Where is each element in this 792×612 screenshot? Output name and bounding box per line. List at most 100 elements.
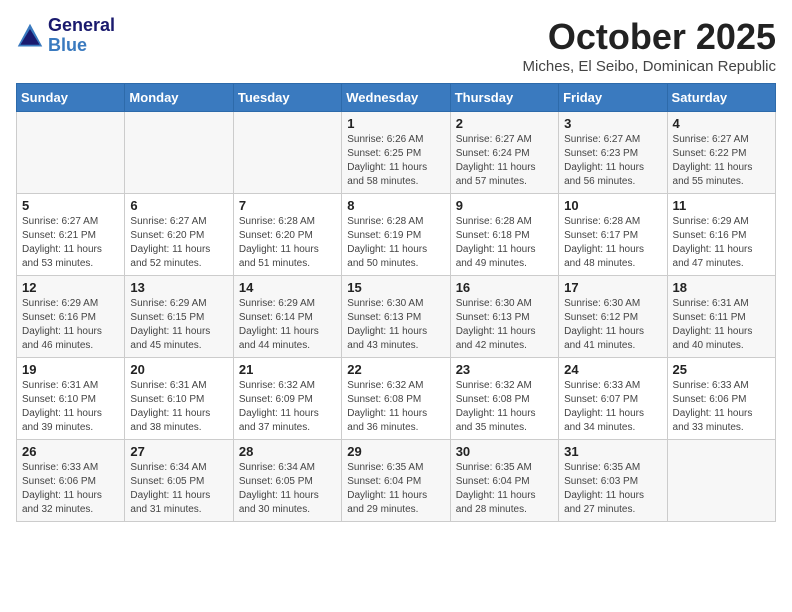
calendar-cell: 25 Sunrise: 6:33 AM Sunset: 6:06 PM Dayl… xyxy=(667,358,775,440)
location-subtitle: Miches, El Seibo, Dominican Republic xyxy=(523,58,776,75)
calendar-cell: 19 Sunrise: 6:31 AM Sunset: 6:10 PM Dayl… xyxy=(17,358,125,440)
day-info: Sunrise: 6:31 AM Sunset: 6:10 PM Dayligh… xyxy=(22,379,119,435)
day-info: Sunrise: 6:26 AM Sunset: 6:25 PM Dayligh… xyxy=(347,133,444,189)
calendar-week-row: 19 Sunrise: 6:31 AM Sunset: 6:10 PM Dayl… xyxy=(17,358,776,440)
calendar-cell: 15 Sunrise: 6:30 AM Sunset: 6:13 PM Dayl… xyxy=(342,276,450,358)
day-number: 25 xyxy=(673,362,770,377)
calendar-week-row: 26 Sunrise: 6:33 AM Sunset: 6:06 PM Dayl… xyxy=(17,440,776,522)
day-info: Sunrise: 6:28 AM Sunset: 6:20 PM Dayligh… xyxy=(239,215,336,271)
day-number: 10 xyxy=(564,198,661,213)
day-info: Sunrise: 6:35 AM Sunset: 6:04 PM Dayligh… xyxy=(347,461,444,517)
day-info: Sunrise: 6:34 AM Sunset: 6:05 PM Dayligh… xyxy=(239,461,336,517)
day-info: Sunrise: 6:32 AM Sunset: 6:09 PM Dayligh… xyxy=(239,379,336,435)
day-of-week-header: Thursday xyxy=(450,84,558,112)
calendar-cell: 5 Sunrise: 6:27 AM Sunset: 6:21 PM Dayli… xyxy=(17,194,125,276)
calendar-cell: 31 Sunrise: 6:35 AM Sunset: 6:03 PM Dayl… xyxy=(559,440,667,522)
calendar-cell: 9 Sunrise: 6:28 AM Sunset: 6:18 PM Dayli… xyxy=(450,194,558,276)
calendar-cell: 17 Sunrise: 6:30 AM Sunset: 6:12 PM Dayl… xyxy=(559,276,667,358)
day-info: Sunrise: 6:34 AM Sunset: 6:05 PM Dayligh… xyxy=(130,461,227,517)
day-info: Sunrise: 6:29 AM Sunset: 6:16 PM Dayligh… xyxy=(22,297,119,353)
calendar-cell xyxy=(667,440,775,522)
calendar-cell xyxy=(125,112,233,194)
day-number: 14 xyxy=(239,280,336,295)
day-number: 21 xyxy=(239,362,336,377)
day-number: 18 xyxy=(673,280,770,295)
calendar-cell: 10 Sunrise: 6:28 AM Sunset: 6:17 PM Dayl… xyxy=(559,194,667,276)
day-number: 28 xyxy=(239,444,336,459)
day-info: Sunrise: 6:30 AM Sunset: 6:13 PM Dayligh… xyxy=(347,297,444,353)
day-number: 12 xyxy=(22,280,119,295)
calendar-table: SundayMondayTuesdayWednesdayThursdayFrid… xyxy=(16,83,776,522)
day-number: 24 xyxy=(564,362,661,377)
day-info: Sunrise: 6:33 AM Sunset: 6:06 PM Dayligh… xyxy=(22,461,119,517)
day-info: Sunrise: 6:33 AM Sunset: 6:07 PM Dayligh… xyxy=(564,379,661,435)
month-title: October 2025 xyxy=(523,16,776,58)
calendar-cell: 26 Sunrise: 6:33 AM Sunset: 6:06 PM Dayl… xyxy=(17,440,125,522)
day-info: Sunrise: 6:27 AM Sunset: 6:23 PM Dayligh… xyxy=(564,133,661,189)
calendar-cell: 21 Sunrise: 6:32 AM Sunset: 6:09 PM Dayl… xyxy=(233,358,341,440)
day-info: Sunrise: 6:32 AM Sunset: 6:08 PM Dayligh… xyxy=(347,379,444,435)
day-number: 27 xyxy=(130,444,227,459)
day-number: 6 xyxy=(130,198,227,213)
calendar-cell: 13 Sunrise: 6:29 AM Sunset: 6:15 PM Dayl… xyxy=(125,276,233,358)
day-info: Sunrise: 6:35 AM Sunset: 6:04 PM Dayligh… xyxy=(456,461,553,517)
day-info: Sunrise: 6:28 AM Sunset: 6:17 PM Dayligh… xyxy=(564,215,661,271)
day-number: 29 xyxy=(347,444,444,459)
day-number: 22 xyxy=(347,362,444,377)
calendar-week-row: 1 Sunrise: 6:26 AM Sunset: 6:25 PM Dayli… xyxy=(17,112,776,194)
day-number: 16 xyxy=(456,280,553,295)
day-of-week-header: Friday xyxy=(559,84,667,112)
calendar-cell xyxy=(17,112,125,194)
calendar-cell: 30 Sunrise: 6:35 AM Sunset: 6:04 PM Dayl… xyxy=(450,440,558,522)
day-number: 20 xyxy=(130,362,227,377)
calendar-cell: 6 Sunrise: 6:27 AM Sunset: 6:20 PM Dayli… xyxy=(125,194,233,276)
logo-text-line2: Blue xyxy=(48,36,115,56)
day-of-week-header: Sunday xyxy=(17,84,125,112)
calendar-cell: 28 Sunrise: 6:34 AM Sunset: 6:05 PM Dayl… xyxy=(233,440,341,522)
day-number: 30 xyxy=(456,444,553,459)
calendar-cell: 24 Sunrise: 6:33 AM Sunset: 6:07 PM Dayl… xyxy=(559,358,667,440)
calendar-cell: 27 Sunrise: 6:34 AM Sunset: 6:05 PM Dayl… xyxy=(125,440,233,522)
logo: General Blue xyxy=(16,16,115,56)
day-of-week-header: Saturday xyxy=(667,84,775,112)
day-info: Sunrise: 6:30 AM Sunset: 6:13 PM Dayligh… xyxy=(456,297,553,353)
day-number: 11 xyxy=(673,198,770,213)
calendar-header-row: SundayMondayTuesdayWednesdayThursdayFrid… xyxy=(17,84,776,112)
day-info: Sunrise: 6:30 AM Sunset: 6:12 PM Dayligh… xyxy=(564,297,661,353)
day-info: Sunrise: 6:33 AM Sunset: 6:06 PM Dayligh… xyxy=(673,379,770,435)
day-number: 2 xyxy=(456,116,553,131)
calendar-cell: 12 Sunrise: 6:29 AM Sunset: 6:16 PM Dayl… xyxy=(17,276,125,358)
day-info: Sunrise: 6:31 AM Sunset: 6:11 PM Dayligh… xyxy=(673,297,770,353)
calendar-cell: 2 Sunrise: 6:27 AM Sunset: 6:24 PM Dayli… xyxy=(450,112,558,194)
day-of-week-header: Monday xyxy=(125,84,233,112)
day-number: 9 xyxy=(456,198,553,213)
calendar-week-row: 12 Sunrise: 6:29 AM Sunset: 6:16 PM Dayl… xyxy=(17,276,776,358)
day-info: Sunrise: 6:29 AM Sunset: 6:14 PM Dayligh… xyxy=(239,297,336,353)
day-number: 7 xyxy=(239,198,336,213)
day-info: Sunrise: 6:28 AM Sunset: 6:18 PM Dayligh… xyxy=(456,215,553,271)
day-info: Sunrise: 6:35 AM Sunset: 6:03 PM Dayligh… xyxy=(564,461,661,517)
day-number: 26 xyxy=(22,444,119,459)
day-info: Sunrise: 6:27 AM Sunset: 6:20 PM Dayligh… xyxy=(130,215,227,271)
day-number: 19 xyxy=(22,362,119,377)
day-number: 13 xyxy=(130,280,227,295)
calendar-cell: 18 Sunrise: 6:31 AM Sunset: 6:11 PM Dayl… xyxy=(667,276,775,358)
day-info: Sunrise: 6:32 AM Sunset: 6:08 PM Dayligh… xyxy=(456,379,553,435)
day-info: Sunrise: 6:27 AM Sunset: 6:22 PM Dayligh… xyxy=(673,133,770,189)
calendar-cell: 3 Sunrise: 6:27 AM Sunset: 6:23 PM Dayli… xyxy=(559,112,667,194)
day-of-week-header: Tuesday xyxy=(233,84,341,112)
calendar-cell: 1 Sunrise: 6:26 AM Sunset: 6:25 PM Dayli… xyxy=(342,112,450,194)
day-number: 15 xyxy=(347,280,444,295)
day-info: Sunrise: 6:29 AM Sunset: 6:16 PM Dayligh… xyxy=(673,215,770,271)
day-info: Sunrise: 6:28 AM Sunset: 6:19 PM Dayligh… xyxy=(347,215,444,271)
day-info: Sunrise: 6:27 AM Sunset: 6:24 PM Dayligh… xyxy=(456,133,553,189)
calendar-cell: 8 Sunrise: 6:28 AM Sunset: 6:19 PM Dayli… xyxy=(342,194,450,276)
day-number: 17 xyxy=(564,280,661,295)
calendar-cell: 20 Sunrise: 6:31 AM Sunset: 6:10 PM Dayl… xyxy=(125,358,233,440)
calendar-cell: 23 Sunrise: 6:32 AM Sunset: 6:08 PM Dayl… xyxy=(450,358,558,440)
calendar-cell: 22 Sunrise: 6:32 AM Sunset: 6:08 PM Dayl… xyxy=(342,358,450,440)
day-info: Sunrise: 6:29 AM Sunset: 6:15 PM Dayligh… xyxy=(130,297,227,353)
calendar-cell: 16 Sunrise: 6:30 AM Sunset: 6:13 PM Dayl… xyxy=(450,276,558,358)
day-number: 5 xyxy=(22,198,119,213)
calendar-cell: 11 Sunrise: 6:29 AM Sunset: 6:16 PM Dayl… xyxy=(667,194,775,276)
